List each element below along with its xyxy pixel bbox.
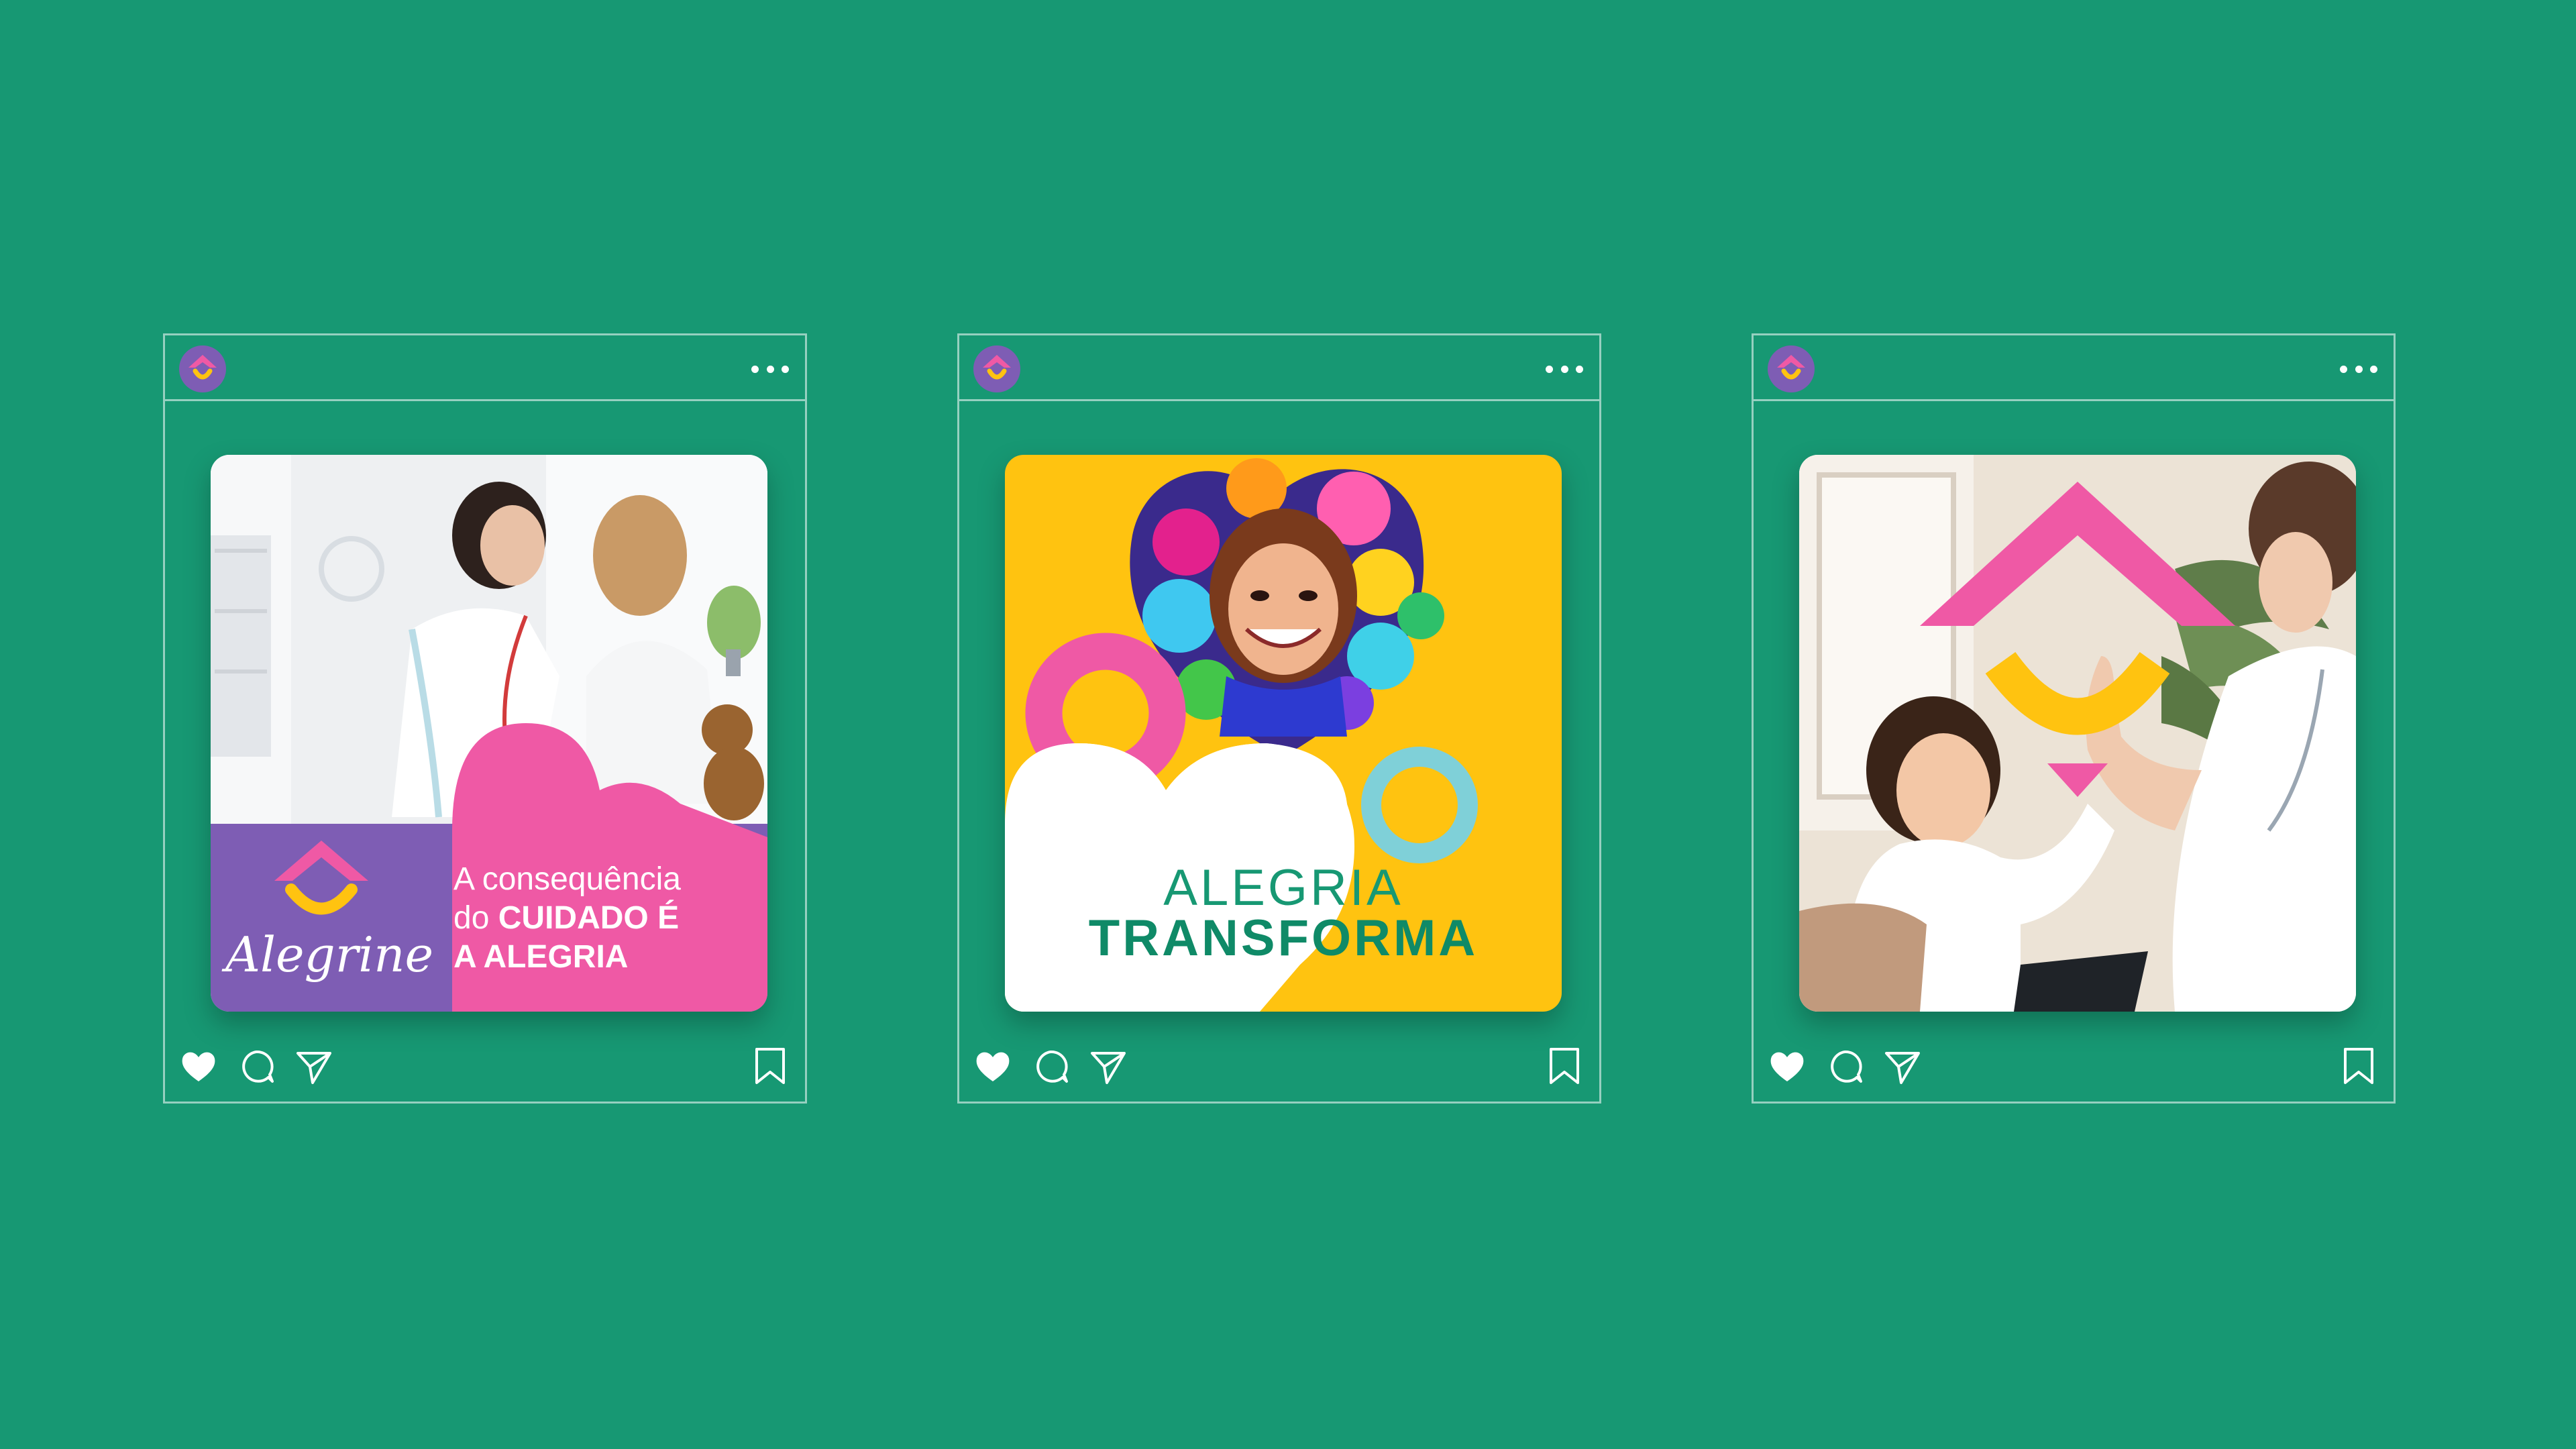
post-actions — [974, 1048, 1127, 1085]
share-icon[interactable] — [295, 1048, 333, 1085]
bookmark-icon[interactable] — [2343, 1046, 2375, 1085]
comment-icon[interactable] — [1032, 1048, 1069, 1085]
headline-line-2: TRANSFORMA — [1088, 910, 1479, 967]
more-options-icon[interactable] — [1546, 356, 1583, 382]
heart-icon[interactable] — [1768, 1049, 1806, 1084]
post-actions — [180, 1048, 333, 1085]
caption-line-2-prefix: do — [453, 900, 498, 936]
post-header — [959, 335, 1599, 401]
post-image-3 — [1799, 455, 2356, 1012]
share-icon[interactable] — [1884, 1048, 1921, 1085]
post-image-2: ALEGRIA TRANSFORMA — [1005, 455, 1562, 1012]
bookmark-icon[interactable] — [754, 1046, 786, 1085]
brand-wordmark: Alegrine — [225, 926, 434, 983]
headline-line-1: ALEGRIA — [1163, 859, 1403, 916]
caption-line-1: A consequência — [453, 861, 681, 897]
post-card-1: Alegrine A consequência do CUIDADO É A A… — [163, 333, 807, 1104]
more-options-icon[interactable] — [2340, 356, 2377, 382]
post-header — [165, 335, 805, 401]
avatar-logo-icon[interactable] — [973, 345, 1020, 392]
post-header — [1754, 335, 2394, 401]
share-icon[interactable] — [1089, 1048, 1127, 1085]
heart-icon[interactable] — [180, 1049, 217, 1084]
more-options-icon[interactable] — [751, 356, 789, 382]
caption-line-3: A ALEGRIA — [453, 939, 629, 975]
comment-icon[interactable] — [1826, 1048, 1864, 1085]
post-actions — [1768, 1048, 1921, 1085]
post-image-1: Alegrine A consequência do CUIDADO É A A… — [211, 455, 767, 1012]
comment-icon[interactable] — [237, 1048, 275, 1085]
post-card-2: ALEGRIA TRANSFORMA — [957, 333, 1601, 1104]
bookmark-icon[interactable] — [1548, 1046, 1580, 1085]
caption-line-2: do CUIDADO É — [453, 900, 679, 937]
heart-icon[interactable] — [974, 1049, 1012, 1084]
avatar-logo-icon[interactable] — [179, 345, 226, 392]
avatar-logo-icon[interactable] — [1768, 345, 1815, 392]
caption-line-2-bold: CUIDADO É — [498, 900, 680, 936]
post-card-3 — [1752, 333, 2396, 1104]
